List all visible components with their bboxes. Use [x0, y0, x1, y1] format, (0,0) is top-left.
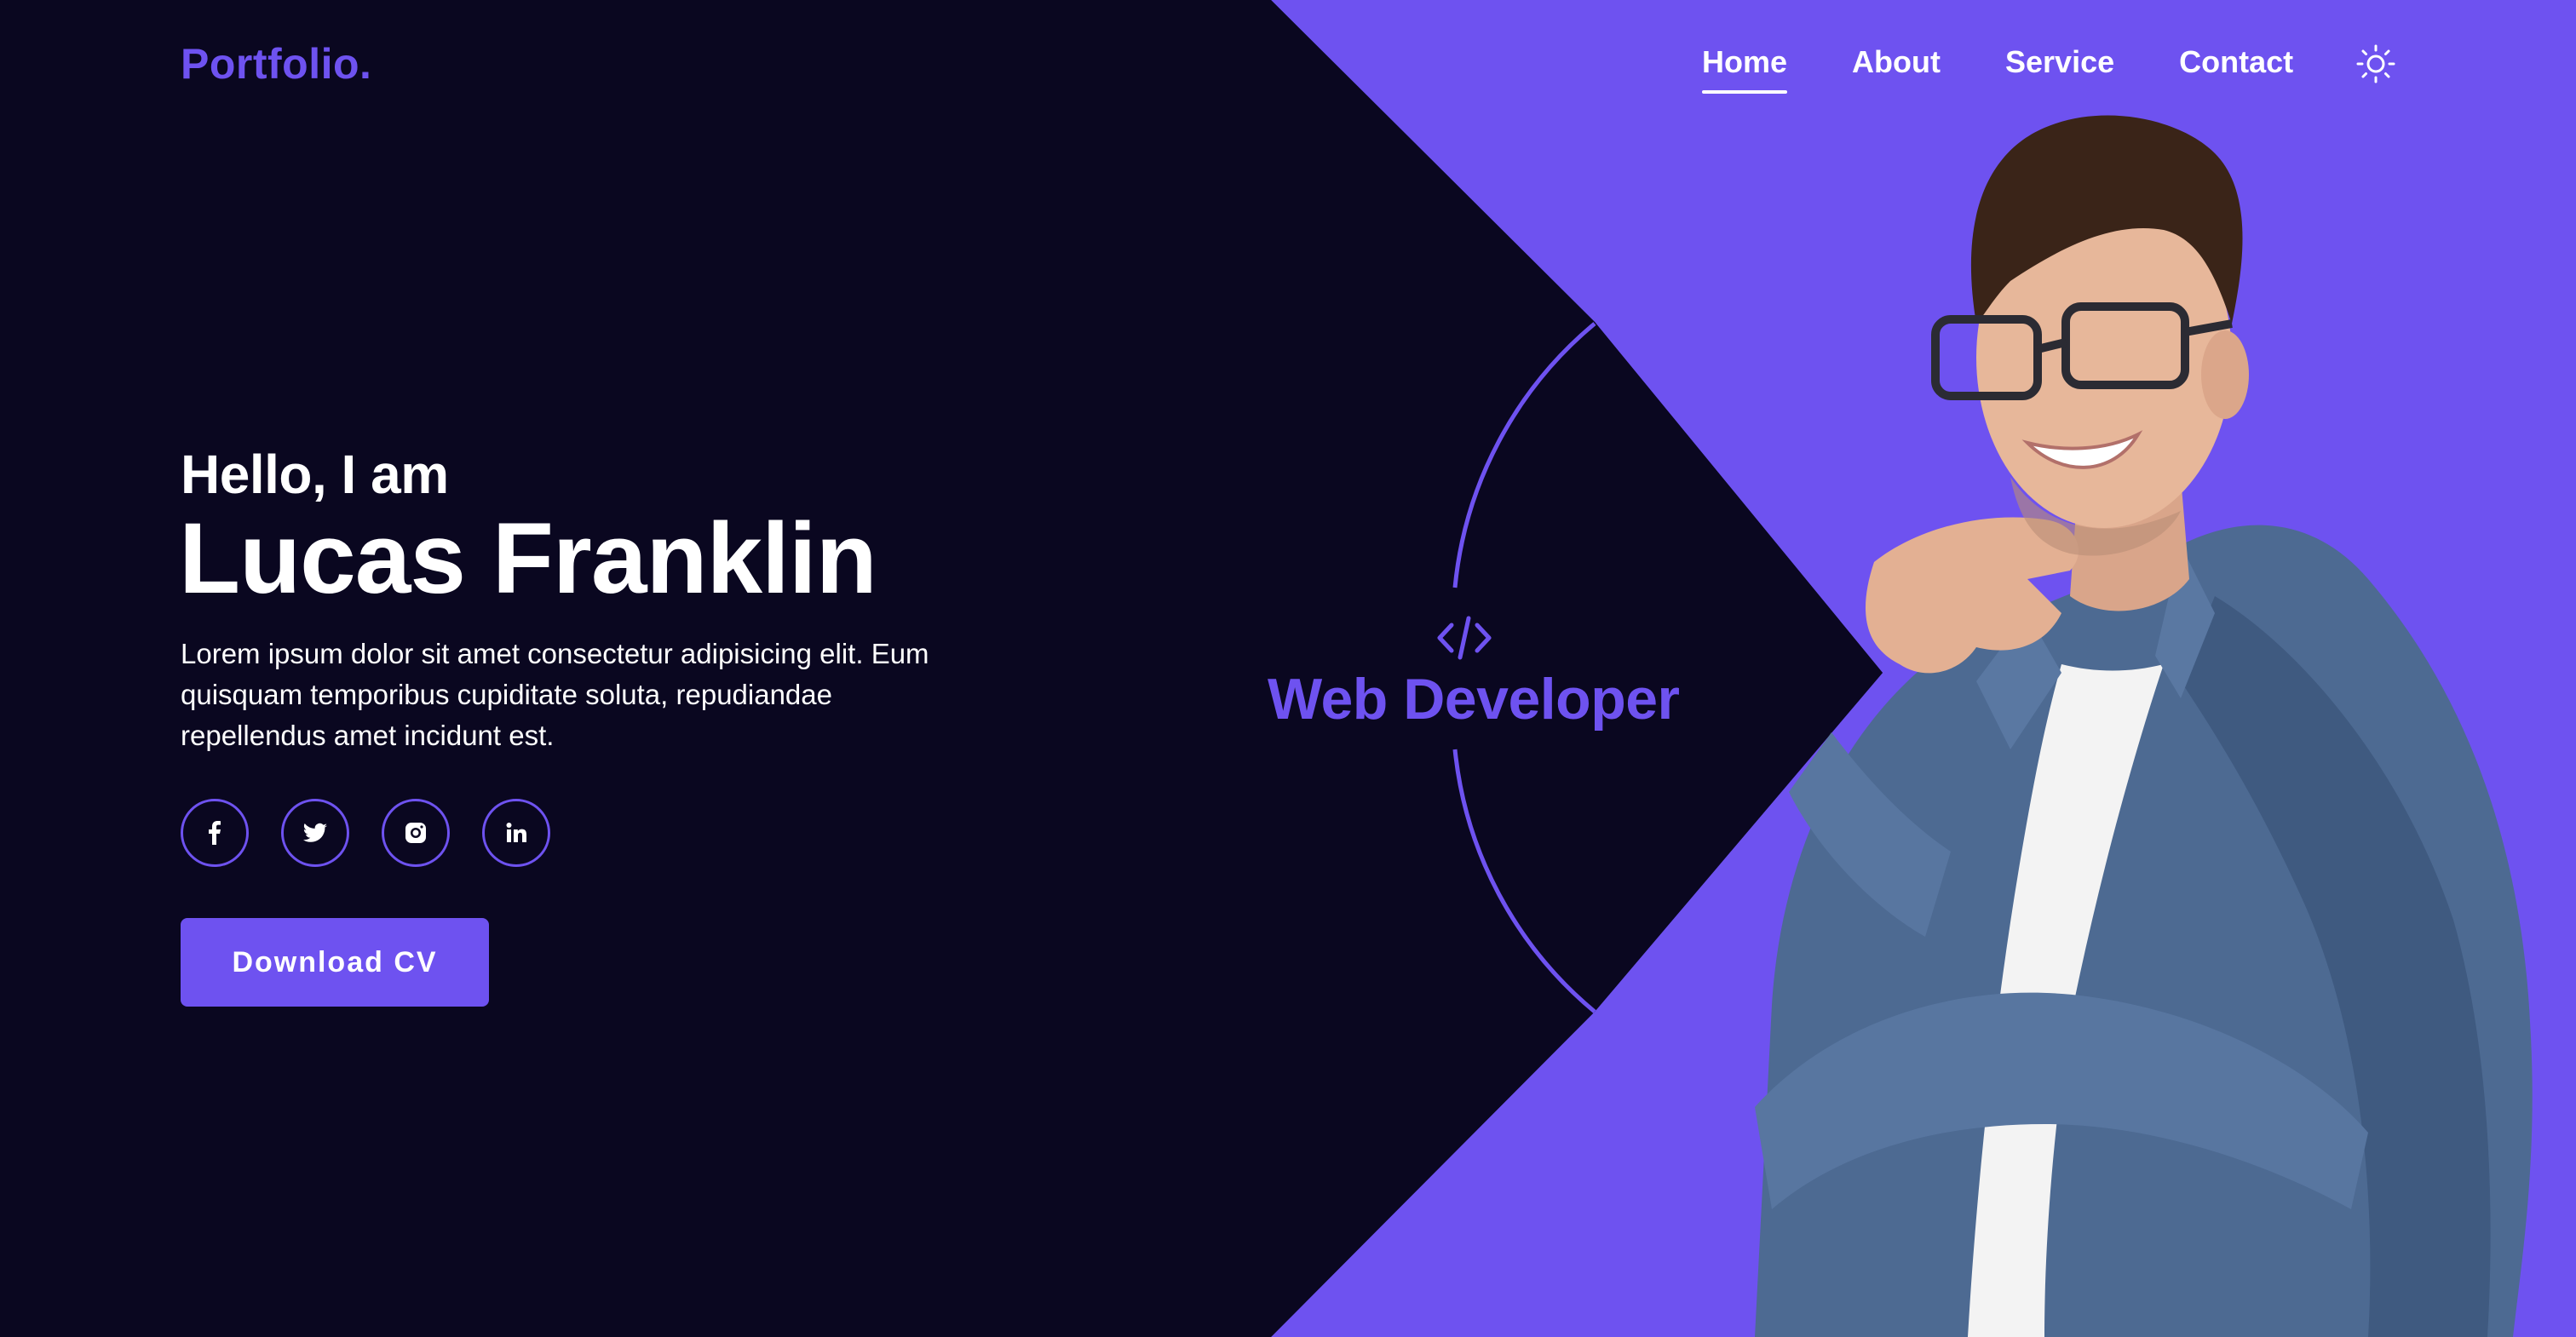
linkedin-link[interactable] — [482, 799, 550, 867]
linkedin-icon — [506, 823, 526, 842]
social-links — [181, 799, 583, 867]
hero-name: Lucas Franklin — [179, 502, 877, 615]
nav-about[interactable]: About — [1852, 44, 1941, 94]
facebook-icon — [209, 821, 221, 845]
nav-home[interactable]: Home — [1702, 44, 1788, 94]
hero-description: Lorem ipsum dolor sit amet consectetur a… — [181, 638, 929, 751]
hero-greeting: Hello, I am — [181, 444, 449, 505]
sun-icon — [2356, 44, 2395, 83]
instagram-link[interactable] — [382, 799, 450, 867]
twitter-icon — [303, 823, 327, 842]
main-nav: Home About Service Contact — [1702, 44, 2358, 95]
instagram-icon — [405, 823, 426, 843]
code-icon — [1437, 616, 1492, 660]
facebook-link[interactable] — [181, 799, 249, 867]
portfolio-page: Portfolio. Home About Service Contact He… — [0, 0, 2576, 1337]
logo[interactable]: Portfolio. — [181, 39, 371, 89]
twitter-link[interactable] — [281, 799, 349, 867]
nav-contact[interactable]: Contact — [2179, 44, 2293, 94]
theme-toggle-button[interactable] — [2356, 44, 2395, 83]
nav-service[interactable]: Service — [2005, 44, 2114, 94]
role-title: Web Developer — [1268, 667, 1680, 732]
download-cv-button[interactable]: Download CV — [181, 918, 489, 1007]
